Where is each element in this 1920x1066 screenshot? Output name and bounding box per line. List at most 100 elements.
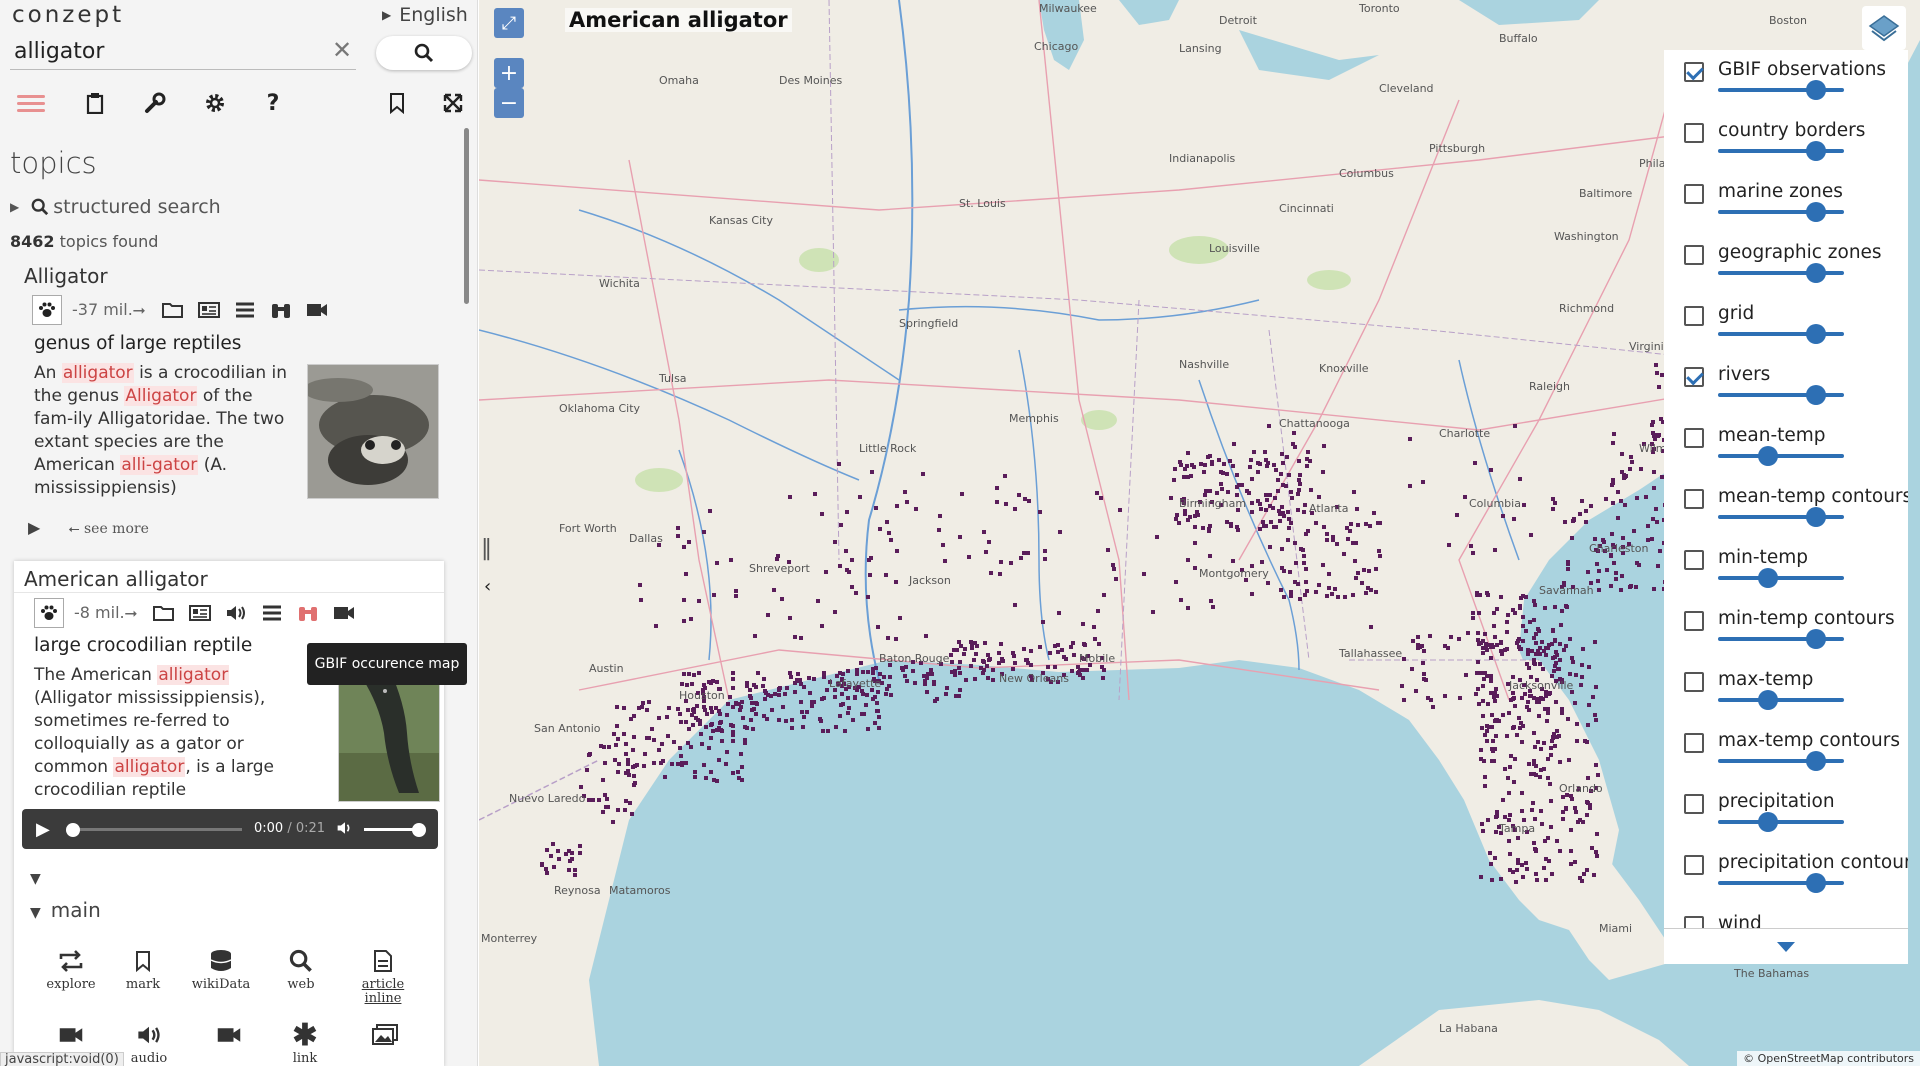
layer-opacity-slider[interactable] [1718, 324, 1844, 344]
audio-progress[interactable] [70, 828, 242, 831]
play-icon[interactable]: ▶ [36, 819, 50, 840]
slider-knob[interactable] [1806, 629, 1827, 649]
slider-knob[interactable] [1806, 751, 1827, 771]
layer-opacity-slider[interactable] [1718, 507, 1844, 527]
slider-knob[interactable] [1806, 873, 1827, 893]
search-button[interactable] [376, 36, 472, 70]
slider-knob[interactable] [1758, 812, 1779, 832]
layer-checkbox[interactable] [1684, 550, 1704, 570]
article-card-icon[interactable] [187, 601, 213, 625]
layer-opacity-slider[interactable] [1718, 690, 1844, 710]
layers-scroll-down[interactable] [1664, 928, 1908, 964]
layer-marine-zones[interactable]: marine zones [1676, 172, 1908, 234]
layer-checkbox[interactable] [1684, 123, 1704, 143]
action-video[interactable] [34, 1018, 108, 1052]
play-icon[interactable]: ▶ [28, 518, 40, 537]
alligator-photo[interactable] [307, 364, 439, 499]
slider-knob[interactable] [1806, 80, 1827, 100]
layer-opacity-slider[interactable] [1718, 141, 1844, 161]
layer-checkbox[interactable] [1684, 489, 1704, 509]
slider-knob[interactable] [1806, 202, 1827, 222]
layer-checkbox[interactable] [1684, 245, 1704, 265]
layer-opacity-slider[interactable] [1718, 263, 1844, 283]
action-link[interactable]: ✱ link [268, 1018, 342, 1066]
article-card-icon[interactable] [196, 298, 222, 322]
audio-icon[interactable] [223, 601, 249, 625]
wrench-icon[interactable] [140, 88, 170, 118]
section-main[interactable]: ▼ main [30, 898, 101, 922]
slider-knob[interactable] [1806, 507, 1827, 527]
layer-checkbox[interactable] [1684, 611, 1704, 631]
action-article-inline[interactable]: article inline [346, 944, 420, 1006]
menu-icon[interactable] [16, 88, 46, 118]
bookmark-icon[interactable] [382, 88, 412, 118]
clipboard-icon[interactable] [80, 88, 110, 118]
help-icon[interactable]: ? [258, 88, 288, 118]
slider-knob[interactable] [1806, 385, 1827, 405]
slider-knob[interactable] [1758, 690, 1779, 710]
layer-opacity-slider[interactable] [1718, 446, 1844, 466]
folder-icon[interactable] [160, 298, 186, 322]
layer-opacity-slider[interactable] [1718, 873, 1844, 893]
paw-icon[interactable] [32, 295, 62, 325]
layer-max-temp-contours[interactable]: max-temp contours [1676, 721, 1908, 783]
layer-precipitation-contours[interactable]: precipitation contours [1676, 843, 1908, 905]
layer-opacity-slider[interactable] [1718, 568, 1844, 588]
video-icon[interactable] [331, 601, 357, 625]
layer-opacity-slider[interactable] [1718, 202, 1844, 222]
layer-checkbox[interactable] [1684, 428, 1704, 448]
layer-min-temp[interactable]: min-temp [1676, 538, 1908, 600]
structured-search-toggle[interactable]: ▶ structured search [10, 196, 221, 218]
paw-icon[interactable] [34, 598, 64, 628]
layer-checkbox[interactable] [1684, 367, 1704, 387]
layer-precipitation[interactable]: precipitation [1676, 782, 1908, 844]
layer-checkbox[interactable] [1684, 306, 1704, 326]
action-explore[interactable]: explore [34, 944, 108, 992]
slider-knob[interactable] [1758, 446, 1779, 466]
layer-mean-temp-contours[interactable]: mean-temp contours [1676, 477, 1908, 539]
topic-title[interactable]: Alligator [14, 264, 446, 288]
see-more-link[interactable]: ▶ ⭠ see more [28, 518, 149, 537]
layer-GBIF-observations[interactable]: GBIF observations [1676, 50, 1908, 112]
audio-progress-knob[interactable] [66, 823, 80, 837]
layer-checkbox[interactable] [1684, 184, 1704, 204]
language-selector[interactable]: ▶ English [382, 4, 468, 26]
layer-opacity-slider[interactable] [1718, 629, 1844, 649]
layer-checkbox[interactable] [1684, 62, 1704, 82]
map-attribution[interactable]: © OpenStreetMap contributors [1737, 1051, 1920, 1066]
volume-knob[interactable] [412, 823, 426, 837]
topic-date[interactable]: -37 mil.⭢ [72, 300, 146, 320]
slider-knob[interactable] [1806, 141, 1827, 161]
action-images[interactable] [348, 1018, 422, 1052]
slider-knob[interactable] [1806, 263, 1827, 283]
clear-search-button[interactable]: ✕ [332, 36, 352, 64]
layer-checkbox[interactable] [1684, 855, 1704, 875]
layer-checkbox[interactable] [1684, 733, 1704, 753]
list-icon[interactable] [232, 298, 258, 322]
topic-title[interactable]: American alligator [14, 567, 208, 591]
folder-icon[interactable] [151, 601, 177, 625]
layer-opacity-slider[interactable] [1718, 751, 1844, 771]
video-icon[interactable] [304, 298, 330, 322]
layer-opacity-slider[interactable] [1718, 80, 1844, 100]
volume-icon[interactable] [336, 819, 354, 841]
action-mark[interactable]: mark [106, 944, 180, 992]
layer-geographic-zones[interactable]: geographic zones [1676, 233, 1908, 295]
action-wikidata[interactable]: wikiData [184, 944, 258, 992]
sidebar-scrollbar[interactable] [464, 128, 469, 304]
section-toggle[interactable]: ▼ [30, 864, 51, 888]
gear-icon[interactable] [200, 88, 230, 118]
zoom-out-button[interactable]: − [494, 88, 524, 118]
layer-mean-temp[interactable]: mean-temp [1676, 416, 1908, 478]
search-input[interactable] [10, 34, 356, 70]
volume-slider[interactable] [364, 828, 418, 831]
binoculars-icon[interactable] [295, 601, 321, 625]
layers-toggle-button[interactable] [1862, 6, 1906, 50]
layer-min-temp-contours[interactable]: min-temp contours [1676, 599, 1908, 661]
slider-knob[interactable] [1758, 568, 1779, 588]
layer-opacity-slider[interactable] [1718, 812, 1844, 832]
expand-icon[interactable]: ⤢ [494, 8, 524, 38]
app-brand[interactable]: conzept [12, 2, 124, 28]
layer-country-borders[interactable]: country borders [1676, 111, 1908, 173]
layer-max-temp[interactable]: max-temp [1676, 660, 1908, 722]
